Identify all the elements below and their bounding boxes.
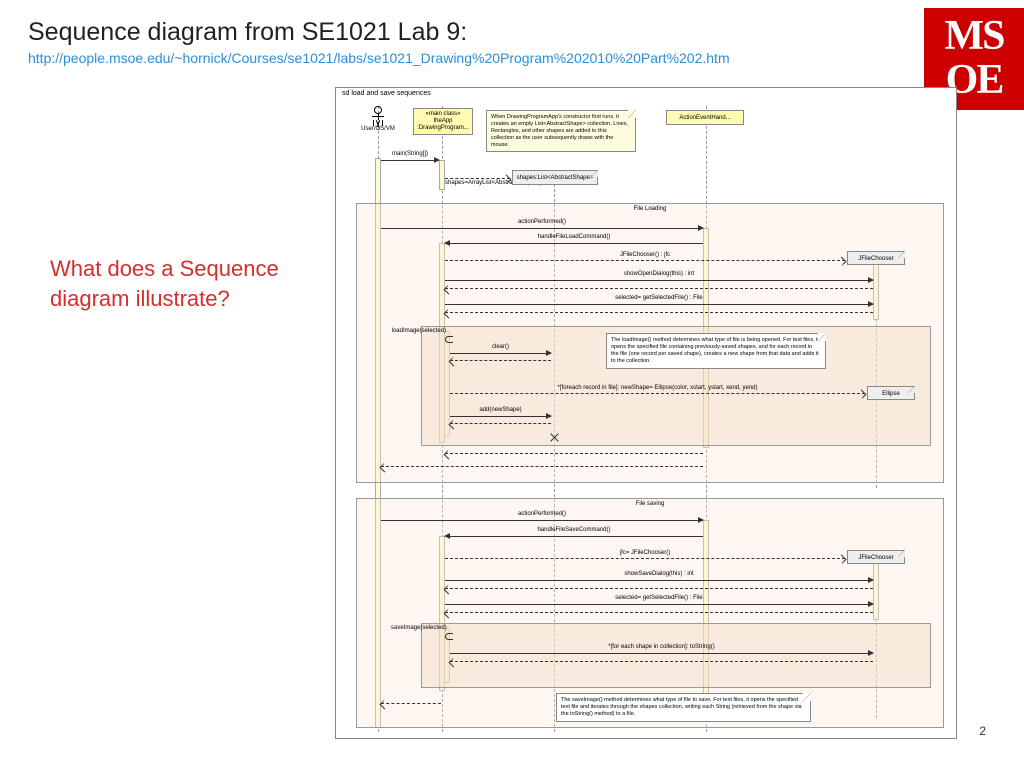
msg-label: loadImage(selected) [391,328,446,334]
msg-label: clear() [450,344,551,350]
msg-self-loadimage: loadImage(selected) [445,336,453,343]
sequence-diagram: sd load and save sequences User/OS/VM «m… [335,87,957,739]
msg-ret7 [445,588,873,589]
participant-theapp: «main class» theApp :DrawingProgram... [413,108,473,135]
frame-title: File Loading [357,206,943,212]
msg-label: selected= getSelectedFile() : File [445,295,873,301]
callout-question: What does a Sequence diagram illustrate? [50,254,310,313]
note-saveimage: The saveImage() method determines what t… [556,693,811,722]
msg-add: add(newShape) [450,416,551,417]
msg-ret1 [445,288,873,289]
msg-getselected: selected= getSelectedFile() : File [445,304,873,305]
msg-label: jfc= JFileChooser() [445,550,845,556]
msg-main: main(String[]) [381,160,439,161]
msg-create-jfc2: jfc= JFileChooser() [445,558,845,559]
diagram-tab: sd load and save sequences [335,87,446,99]
note-loadimage: The loadImage() method determines what t… [606,333,826,369]
participant-handler: ActionEventHand... [666,110,744,125]
msg-label: add(newShape) [450,407,551,413]
msg-showopen: showOpenDialog(this) : int [445,280,873,281]
msg-tostring: *[for each shape in collection]: toStrin… [450,653,873,654]
msg-label: shapes=ArrayList<AbstractShape>() [445,180,510,186]
msg-create-jfc: JFileChooser() : jfc [445,260,845,261]
source-url[interactable]: http://people.msoe.edu/~hornick/Courses/… [28,50,730,66]
msg-label: showOpenDialog(this) : int [445,271,873,277]
msg-ret8 [445,612,873,613]
destroy-x1 [550,433,559,442]
msg-ret2 [445,312,873,313]
msg-label: JFileChooser() : jfc [445,252,845,258]
obj-ellipse: Ellipse [867,386,915,400]
msg-label: *[foreach record in file]: newShape= Ell… [450,385,865,391]
msg-actionperformed2: actionPerformed() [381,520,703,521]
stereotype: «main class» [417,111,469,118]
msg-label: handleFileSaveCommand() [445,527,703,533]
msg-getselected2: selected= getSelectedFile() : File [445,604,873,605]
msg-label: selected= getSelectedFile() : File [445,595,873,601]
msg-ret3 [450,360,551,361]
msg-clear: clear() [450,353,551,354]
msg-ret4 [450,423,551,424]
msg-handleload: handleFileLoadCommand() [445,243,703,244]
msg-create-shapes: shapes=ArrayList<AbstractShape>() [445,178,510,179]
logo-top: MS [924,14,1024,58]
slide-title: Sequence diagram from SE1021 Lab 9: [28,18,467,47]
msg-label: actionPerformed() [381,219,703,225]
note-constructor: When DrawingProgramApp's constructor fir… [486,110,636,152]
frame-title: File saving [357,501,943,507]
msg-label: showSaveDialog(this) : int [445,571,873,577]
msg-create-ellipse: *[foreach record in file]: newShape= Ell… [450,393,865,394]
msg-label: *[for each shape in collection]: toStrin… [450,644,873,650]
msg-ret5 [445,453,703,454]
obj-shapes: shapes:List<AbstractShape> [512,170,598,185]
msg-actionperformed: actionPerformed() [381,228,703,229]
msg-label: main(String[]) [381,151,439,157]
obj-jfc2: JFileChooser [847,550,905,564]
obj-jfc: JFileChooser [847,251,905,265]
actor-icon: User/OS/VM [356,106,400,132]
msg-self-saveimage: saveImage(selected) [445,633,453,640]
msg-ret10 [381,703,441,704]
msg-label: saveImage(selected) [391,625,446,631]
obj-class: :DrawingProgram... [417,125,469,132]
page-number: 2 [979,724,986,738]
obj-name: theApp [417,118,469,125]
msg-label: handleFileLoadCommand() [445,234,703,240]
msg-label: actionPerformed() [381,511,703,517]
subframe-saveimage [421,623,931,688]
msg-showsave: showSaveDialog(this) : int [445,580,873,581]
msg-handlesave: handleFileSaveCommand() [445,536,703,537]
msg-ret6 [381,466,703,467]
msg-ret9 [450,661,873,662]
